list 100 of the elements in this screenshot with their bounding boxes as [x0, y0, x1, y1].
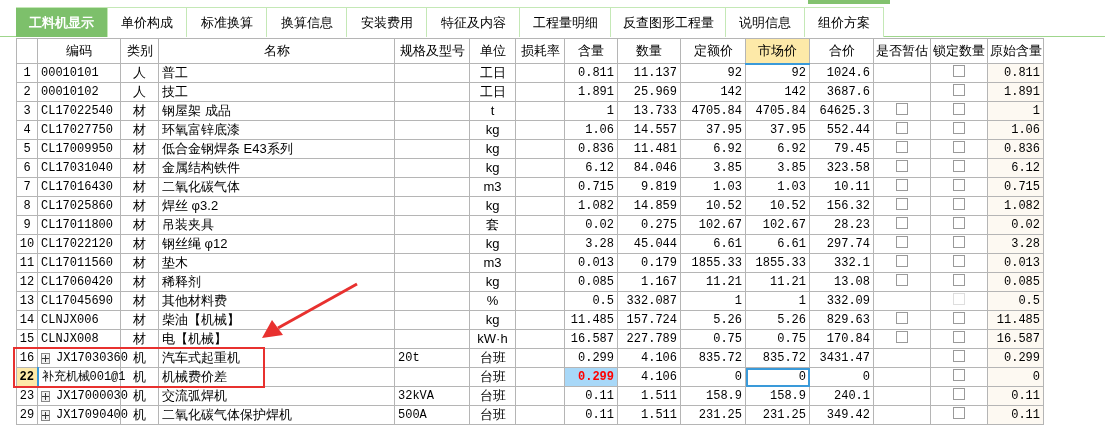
column-header[interactable]: 名称	[158, 38, 395, 64]
checkbox[interactable]	[896, 179, 908, 191]
column-header[interactable]: 含量	[564, 38, 618, 64]
table-cell: 0.811	[564, 63, 618, 83]
tab[interactable]: 工程量明细	[520, 7, 611, 37]
expand-icon[interactable]	[41, 352, 50, 364]
checkbox[interactable]	[953, 255, 965, 267]
checkbox[interactable]	[953, 274, 965, 286]
table-cell: 1.06	[564, 120, 618, 140]
tab[interactable]: 反查图形工程量	[611, 7, 726, 37]
column-header[interactable]: 类别	[120, 38, 159, 64]
table-cell: 1.891	[564, 82, 618, 102]
checkbox[interactable]	[896, 236, 908, 248]
table-cell: 0.5	[564, 291, 618, 311]
table-cell: 0.299	[564, 348, 618, 368]
table-cell: 332.09	[809, 291, 874, 311]
checkbox[interactable]	[953, 179, 965, 191]
table-cell: 332.087	[617, 291, 681, 311]
table-cell: 10.52	[680, 196, 746, 216]
table-cell: 170.84	[809, 329, 874, 349]
item-code: CLNJX006	[41, 312, 99, 328]
tab[interactable]: 换算信息	[267, 7, 347, 37]
item-code: CL17060420	[41, 274, 113, 290]
item-code: CLNJX008	[41, 331, 99, 347]
item-code: CL17022120	[41, 236, 113, 252]
checkbox[interactable]	[896, 255, 908, 267]
checkbox[interactable]	[953, 122, 965, 134]
item-code: CL17045690	[41, 293, 113, 309]
column-header[interactable]: 损耗率	[515, 38, 565, 64]
checkbox[interactable]	[953, 103, 965, 115]
table-cell: 1.167	[617, 272, 681, 292]
table-cell: 0.085	[564, 272, 618, 292]
column-header[interactable]: 市场价	[745, 38, 810, 64]
table-cell: 1.511	[617, 405, 681, 425]
column-header[interactable]: 定额价	[680, 38, 746, 64]
checkbox[interactable]	[896, 274, 908, 286]
checkbox[interactable]	[953, 350, 965, 362]
table-cell: 500A	[394, 405, 470, 425]
tab[interactable]: 特征及内容	[427, 7, 520, 37]
expand-icon[interactable]	[41, 390, 50, 402]
column-header[interactable]: 规格及型号	[394, 38, 470, 64]
table-cell: 1	[745, 291, 810, 311]
checkbox[interactable]	[896, 217, 908, 229]
table-cell: 0.02	[564, 215, 618, 235]
table-cell: 材	[120, 139, 159, 159]
table-cell: 157.724	[617, 310, 681, 330]
expand-icon[interactable]	[41, 409, 50, 421]
table-cell: 11.21	[680, 272, 746, 292]
table-cell: 3.85	[680, 158, 746, 178]
checkbox[interactable]	[953, 65, 965, 77]
table-cell: 金属结构铁件	[158, 158, 395, 178]
checkbox[interactable]	[953, 388, 965, 400]
checkbox[interactable]	[896, 141, 908, 153]
table-cell: 1.03	[745, 177, 810, 197]
checkbox[interactable]	[896, 198, 908, 210]
table-cell: 0.275	[617, 215, 681, 235]
tab[interactable]: 安装费用	[347, 7, 427, 37]
tab[interactable]: 标准换算	[187, 7, 267, 37]
table-cell: 6.61	[680, 234, 746, 254]
item-code: CL17009950	[41, 141, 113, 157]
table-cell: 37.95	[680, 120, 746, 140]
column-header[interactable]: 锁定数量	[930, 38, 988, 64]
table-cell: 158.9	[745, 386, 810, 406]
checkbox[interactable]	[953, 84, 965, 96]
column-header[interactable]: 编码	[37, 38, 121, 64]
table-cell: 0.75	[745, 329, 810, 349]
checkbox[interactable]	[953, 236, 965, 248]
checkbox[interactable]	[896, 331, 908, 343]
checkbox[interactable]	[953, 160, 965, 172]
column-header[interactable]: 是否暂估	[873, 38, 931, 64]
column-header[interactable]: 数量	[617, 38, 681, 64]
tab[interactable]: 组价方案	[805, 7, 884, 37]
table-cell: 84.046	[617, 158, 681, 178]
checkbox[interactable]	[896, 312, 908, 324]
column-header[interactable]: 合价	[809, 38, 874, 64]
column-header[interactable]: 单位	[469, 38, 516, 64]
checkbox[interactable]	[953, 407, 965, 419]
tab[interactable]: 单价构成	[108, 7, 187, 37]
table-cell: 1855.33	[745, 253, 810, 273]
table-cell: m3	[469, 177, 516, 197]
column-header[interactable]: 原始含量	[987, 38, 1044, 64]
checkbox[interactable]	[896, 122, 908, 134]
table-cell: 829.63	[809, 310, 874, 330]
table-cell: 材	[120, 101, 159, 121]
checkbox[interactable]	[953, 198, 965, 210]
checkbox[interactable]	[896, 103, 908, 115]
table-cell: 稀释剂	[158, 272, 395, 292]
checkbox[interactable]	[953, 312, 965, 324]
table-cell: 材	[120, 158, 159, 178]
checkbox[interactable]	[953, 369, 965, 381]
checkbox[interactable]	[953, 141, 965, 153]
checkbox[interactable]	[896, 160, 908, 172]
checkbox[interactable]	[953, 331, 965, 343]
table-cell: 4.106	[617, 348, 681, 368]
item-code: 00010102	[41, 84, 99, 100]
tab[interactable]: 说明信息	[726, 7, 805, 37]
table-cell: 13.08	[809, 272, 874, 292]
checkbox[interactable]	[953, 217, 965, 229]
collapse-handle[interactable]	[808, 0, 890, 4]
table-cell: 25.969	[617, 82, 681, 102]
